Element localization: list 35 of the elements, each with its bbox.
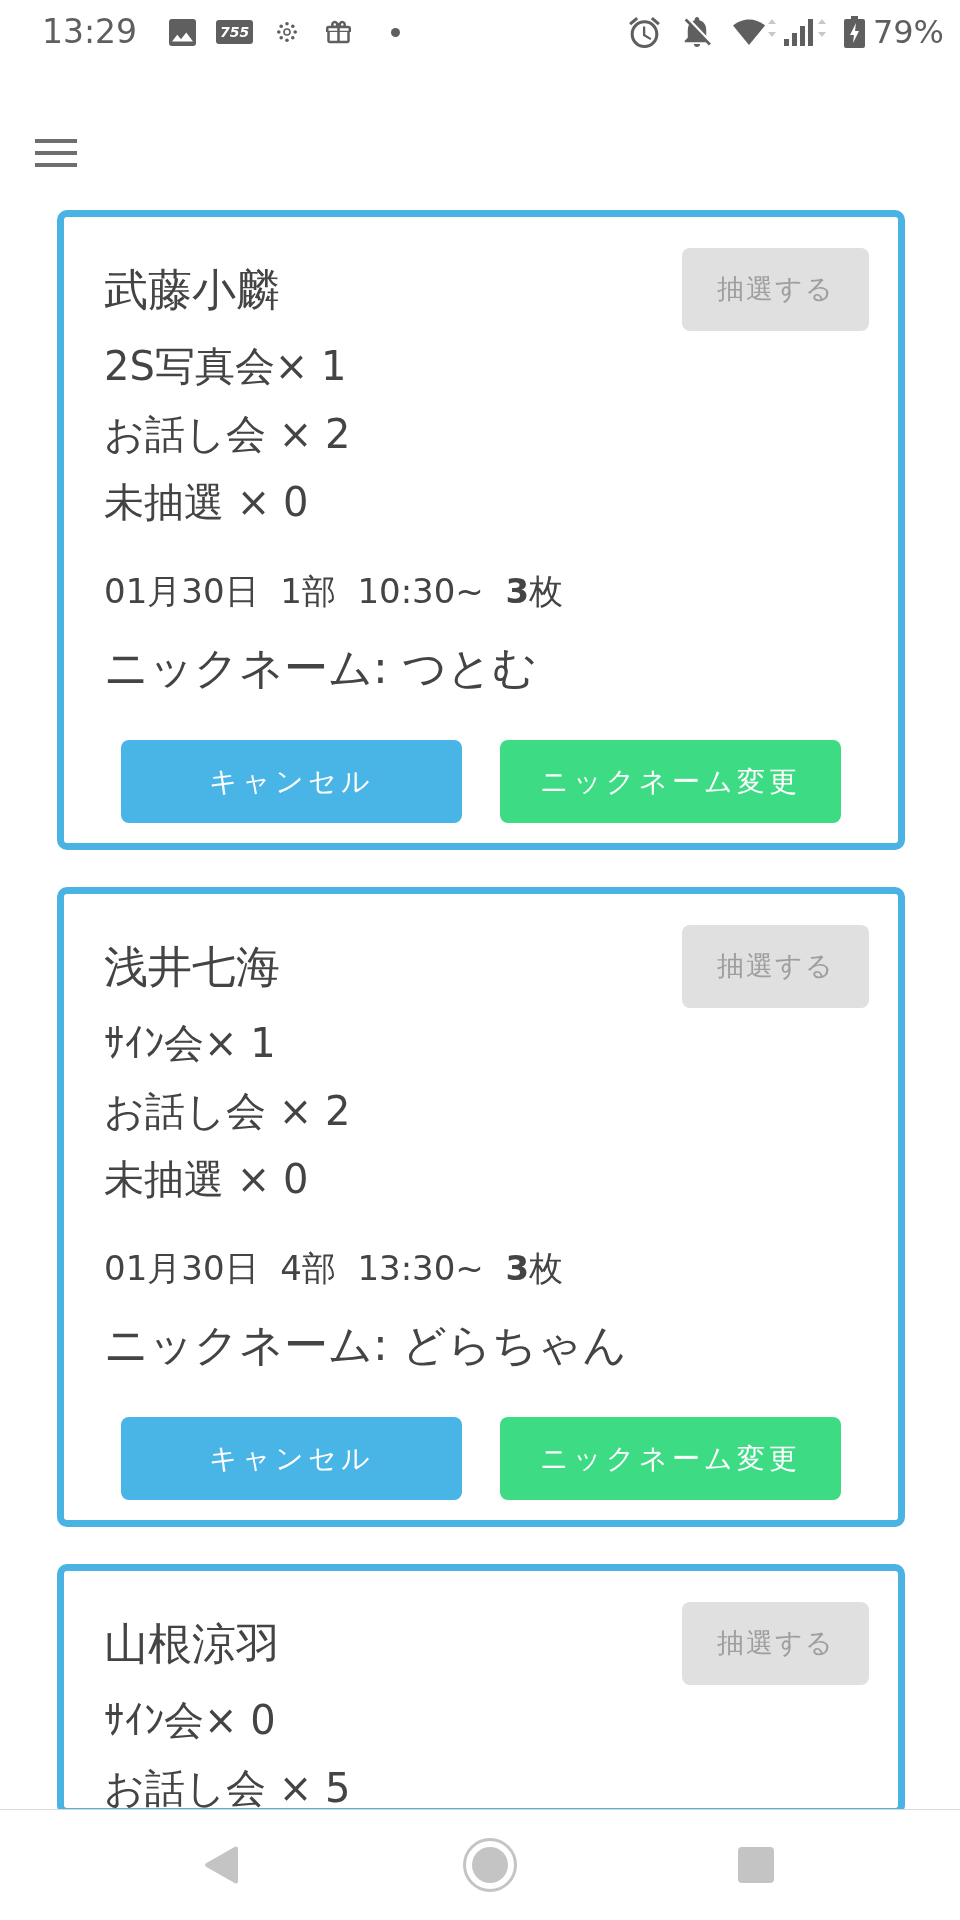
ticket-count-text: 未抽選 × 0 (104, 1159, 309, 1199)
member-name: 武藤小麟 (104, 263, 280, 316)
ticket-count-text: 2S写真会× 1 (104, 346, 347, 386)
nickname-text: ニックネーム: どらちゃん (104, 1321, 627, 1369)
dot-icon (391, 27, 401, 37)
ticket-count-text: ｻｲﾝ会× 1 (104, 1023, 276, 1063)
member-name: 山根涼羽 (104, 1617, 280, 1670)
cancel-button[interactable]: キャンセル (121, 740, 462, 823)
member-name: 浅井七海 (104, 940, 280, 993)
recents-icon[interactable] (738, 1847, 774, 1883)
home-icon[interactable] (463, 1838, 517, 1892)
cancel-button[interactable]: キャンセル (121, 1417, 462, 1500)
status-time: 13:29 (42, 12, 138, 52)
signal-icon (783, 17, 827, 47)
menu-icon[interactable] (35, 139, 77, 167)
ticket-count-text: 未抽選 × 0 (104, 482, 309, 522)
ticket-count-text: お話し会 × 2 (104, 414, 351, 454)
image-icon (169, 18, 197, 46)
back-icon[interactable] (204, 1846, 240, 1884)
battery-charging-icon (843, 16, 865, 48)
alarm-clock-icon (628, 16, 660, 48)
nickname-change-button[interactable]: ニックネーム変更 (500, 740, 841, 823)
battery-percentage: 79% (872, 12, 944, 52)
gift-icon (326, 20, 352, 44)
ticket-count-text: ｻｲﾝ会× 0 (104, 1700, 276, 1740)
nickname-change-button[interactable]: ニックネーム変更 (500, 1417, 841, 1500)
bell-off-icon (682, 17, 711, 47)
dotted-circle-icon (277, 22, 298, 42)
nickname-text: ニックネーム: つとむ (104, 644, 537, 692)
ticket-count-text: お話し会 × 2 (104, 1091, 351, 1131)
schedule-text: 01月30日 1部 10:30~ 3枚 (104, 571, 564, 611)
schedule-text: 01月30日 4部 13:30~ 3枚 (104, 1248, 564, 1288)
wifi-icon (732, 17, 777, 47)
app-logo: 755 (216, 20, 254, 44)
ticket-count-text: お話し会 × 5 (104, 1768, 351, 1808)
